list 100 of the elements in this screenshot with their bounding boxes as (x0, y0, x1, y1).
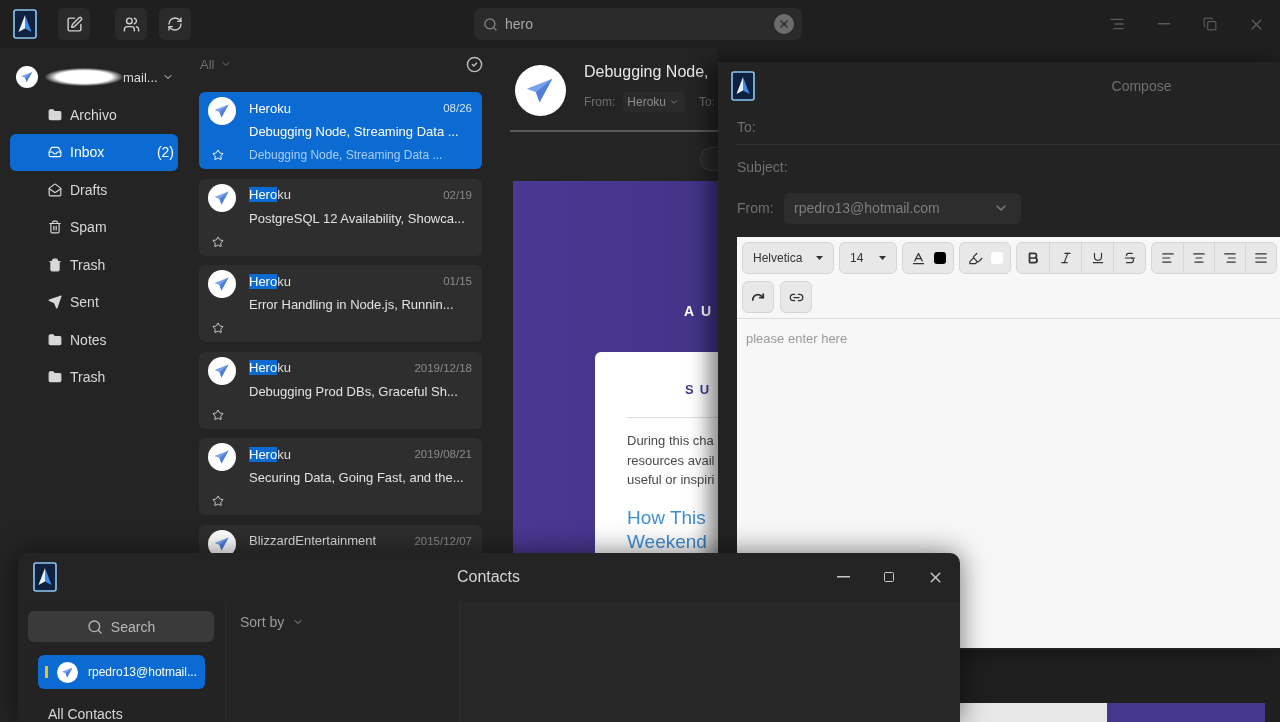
align-center-icon (1192, 251, 1206, 265)
link-button[interactable] (780, 281, 812, 313)
unread-count: (2) (156, 144, 174, 161)
minimize-icon (836, 576, 850, 578)
folder-item[interactable]: Trash (10, 358, 178, 396)
message-card[interactable]: Heroku 08/26 Debugging Node, Streaming Data ... Debugging Node, Streaming Data ... (199, 92, 482, 169)
message-date: 08/26 (443, 102, 472, 114)
folder-item[interactable]: Notes (10, 321, 178, 359)
caret-icon (879, 256, 886, 260)
justify-icon (1254, 251, 1268, 265)
message-subject: Debugging Prod DBs, Graceful Sh... (249, 382, 458, 401)
plane-avatar-icon (515, 65, 566, 116)
trash-icon (48, 257, 62, 272)
message-date: 02/19 (443, 188, 472, 201)
sender-name: Heroku (249, 360, 291, 375)
text-color-icon (910, 250, 926, 266)
clear-button[interactable] (774, 14, 794, 34)
message-card[interactable]: Heroku 01/15 Error Handling in Node.js, Runnin... (199, 265, 482, 342)
contact-group-item[interactable]: All Contacts (48, 706, 123, 722)
open-envelope-icon (48, 182, 62, 197)
sort-dropdown[interactable]: Sort by (240, 613, 305, 631)
folder-item[interactable]: Trash (10, 246, 178, 284)
folder-item[interactable]: Archivo (10, 96, 178, 134)
sender-name: Heroku (249, 100, 291, 116)
message-subject: Debugging Node, Streaming Data ... (249, 123, 459, 141)
email-subject: Debugging Node, (584, 62, 709, 82)
font-color-button[interactable] (902, 242, 954, 274)
font-dropdown[interactable]: Helvetica (742, 242, 834, 274)
highlight-color-button[interactable] (959, 242, 1011, 274)
folder-item[interactable]: Drafts (10, 171, 178, 209)
subject-label: Subject: (737, 159, 788, 175)
maximize-icon (883, 571, 895, 583)
message-subject: Securing Data, Going Fast, and the... (249, 469, 464, 487)
align-right-icon (1223, 251, 1237, 265)
folder-icon (48, 107, 62, 122)
account-item[interactable]: rpedro13@hotmail... (38, 655, 205, 689)
message-date: 01/15 (443, 275, 472, 287)
compose-button[interactable] (58, 8, 90, 40)
message-subject: PostgreSQL 12 Availability, Showca... (249, 209, 465, 228)
search-button[interactable]: Search (28, 611, 214, 642)
plane-avatar-icon (16, 66, 38, 88)
italic-icon (1058, 251, 1073, 265)
message-card[interactable]: Heroku 2019/12/18 Debugging Prod DBs, Graceful Sh... (199, 351, 482, 429)
sender-dropdown[interactable]: Heroku (623, 92, 686, 112)
search-icon (86, 618, 103, 635)
message-date: 2019/08/21 (414, 448, 472, 460)
restore-icon (1203, 17, 1218, 31)
plane-avatar-icon (208, 356, 236, 385)
logo-icon (13, 9, 37, 39)
to-label: To: (699, 95, 716, 109)
align-left-icon (1160, 251, 1175, 265)
star-icon[interactable] (212, 408, 224, 421)
message-preview: Debugging Node, Streaming Data ... (249, 147, 443, 164)
plane-avatar-icon (208, 97, 236, 125)
banner-heading: AU (684, 303, 718, 319)
message-date: 2019/12/18 (414, 361, 472, 374)
folder-item[interactable]: Spam (10, 208, 178, 246)
account-switcher[interactable]: mail... (0, 63, 174, 91)
search-field[interactable]: hero (474, 8, 802, 40)
sync-button[interactable] (159, 8, 191, 40)
select-button[interactable] (466, 55, 483, 73)
plane-avatar-icon (208, 270, 236, 298)
highlighter-icon (967, 250, 983, 266)
sender-name: Heroku (249, 273, 291, 289)
size-dropdown[interactable]: 14 (839, 242, 897, 274)
to-label: To: (737, 119, 756, 135)
folder-item[interactable]: Sent (10, 283, 178, 321)
star-icon[interactable] (212, 235, 224, 248)
paper-plane-icon (48, 295, 62, 310)
email-paragraph: During this cha resources avail useful or inspiri (627, 432, 715, 489)
from-label: From: (737, 200, 774, 216)
refresh-icon (167, 16, 183, 32)
people-icon (122, 15, 140, 33)
bin-icon (48, 220, 62, 235)
close-icon (778, 18, 790, 30)
plane-avatar-icon (208, 183, 236, 212)
caret-icon (816, 256, 823, 260)
window-title: Compose (1111, 78, 1172, 94)
redo-button[interactable] (742, 281, 774, 313)
plane-avatar-icon (208, 443, 236, 471)
swatch-icon (933, 252, 946, 264)
window-title: Contacts (456, 568, 521, 586)
inbox-icon (48, 145, 62, 160)
message-card[interactable]: Heroku 2019/08/21 Securing Data, Going Fast, and the... (199, 438, 482, 515)
message-card[interactable]: BlizzardEntertainment 2015/12/07 (199, 524, 482, 553)
star-icon[interactable] (212, 322, 224, 334)
folder-icon (48, 370, 62, 385)
sender-name: Heroku (249, 187, 291, 202)
menu-icon (1109, 16, 1126, 32)
message-card[interactable]: Heroku 02/19 PostgreSQL 12 Availability, Showca... (199, 178, 482, 256)
sender-name: Heroku (249, 446, 291, 462)
star-icon[interactable] (212, 495, 224, 507)
article-link[interactable]: How This Weekend (627, 506, 707, 553)
folder-item[interactable]: Inbox (2) (10, 133, 178, 171)
contacts-button[interactable] (115, 8, 147, 40)
plane-avatar-icon (57, 661, 78, 683)
card-heading: SU (685, 382, 716, 398)
message-date: 2015/12/07 (414, 534, 472, 547)
strikethrough-icon (1122, 251, 1137, 265)
sender-name: BlizzardEntertainment (249, 533, 377, 548)
